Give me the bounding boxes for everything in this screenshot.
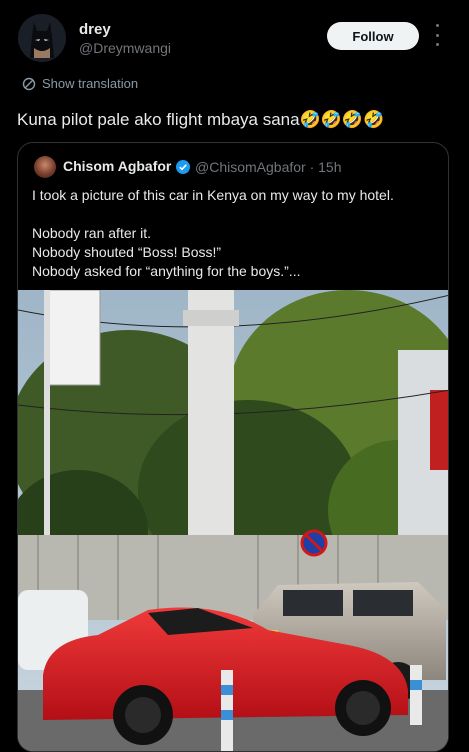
quote-author-handle[interactable]: @ChisomAgbafor · 15h [195,159,342,175]
author-handle[interactable]: @Dreymwangi [79,40,171,56]
quote-photo[interactable] [18,290,448,751]
follow-button[interactable]: Follow [327,22,419,50]
quote-author-avatar[interactable] [34,156,56,178]
quoted-tweet-card[interactable]: Chisom Agbafor @ChisomAgbafor · 15h I to… [17,142,449,752]
quote-author-name[interactable]: Chisom Agbafor [63,158,171,174]
verified-badge-icon [176,160,190,174]
author-display-name[interactable]: drey [79,21,111,38]
more-vertical-icon[interactable] [432,24,442,46]
quote-line: Nobody asked for “anything for the boys.… [32,263,301,279]
quote-line: Nobody shouted “Boss! Boss!” [32,244,222,260]
batman-avatar-icon [18,14,66,62]
quote-body: I took a picture of this car in Kenya on… [32,186,437,281]
author-avatar[interactable] [18,14,66,62]
show-translation-label: Show translation [42,76,139,91]
show-translation-link[interactable]: Show translation [22,76,138,91]
quote-line: I took a picture of this car in Kenya on… [32,187,394,203]
tweet-text: Kuna pilot pale ako flight mbaya sana🤣🤣🤣… [17,110,385,129]
street-car-photo [18,290,448,751]
quote-line: Nobody ran after it. [32,225,152,241]
translate-icon [22,77,36,90]
